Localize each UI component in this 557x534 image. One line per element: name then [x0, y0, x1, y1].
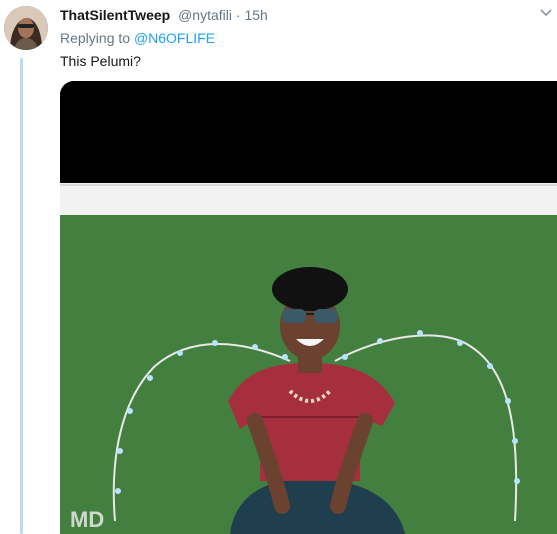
avatar[interactable]	[4, 6, 48, 50]
avatar-image	[4, 6, 48, 50]
display-name[interactable]: ThatSilentTweep	[60, 7, 170, 23]
tweet-header: ThatSilentTweep @nytafili · 15h	[60, 6, 268, 24]
thread-line	[20, 58, 23, 534]
timestamp[interactable]: 15h	[244, 7, 267, 23]
mention-link[interactable]: @N6OFLIFE	[134, 30, 215, 46]
media-illustration: MD	[60, 81, 557, 534]
media-watermark: MD	[70, 507, 104, 532]
replying-prefix: Replying to	[60, 30, 131, 46]
chevron-down-icon[interactable]	[539, 6, 553, 20]
separator: ·	[235, 7, 241, 23]
user-handle[interactable]: @nytafili	[178, 7, 232, 23]
replying-to: Replying to @N6OFLIFE	[60, 30, 215, 46]
tweet-text: This Pelumi?	[60, 53, 141, 69]
tweet-media-image[interactable]: MD	[60, 81, 557, 534]
